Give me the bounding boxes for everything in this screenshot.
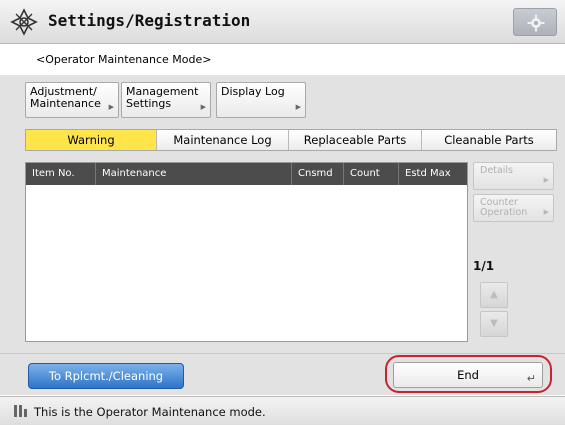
gear-icon <box>527 14 545 32</box>
column-item-no: Item No. <box>26 163 96 185</box>
page-title: Settings/Registration <box>48 11 251 30</box>
details-label: Details <box>480 165 513 176</box>
button-label-line2: Maintenance <box>30 97 101 110</box>
column-estd-max: Estd Max <box>405 168 451 179</box>
counter-label-line2: Operation <box>480 207 528 218</box>
up-arrow-icon: ▲ <box>490 289 498 300</box>
settings-wheel-icon <box>10 8 38 36</box>
tab-warning[interactable]: Warning <box>26 130 157 150</box>
management-settings-button[interactable]: Management Settings ▶ <box>121 82 211 118</box>
submenu-arrow-icon: ▶ <box>543 208 549 216</box>
column-maintenance: Maintenance <box>96 163 292 185</box>
scroll-up-button[interactable]: ▲ <box>480 282 508 308</box>
end-label: End <box>457 368 479 382</box>
details-button[interactable]: Details ▶ <box>473 162 554 190</box>
warning-table: Item No. Maintenance Cnsmd Count Estd Ma… <box>25 162 468 342</box>
status-message: This is the Operator Maintenance mode. <box>34 405 266 419</box>
display-log-button[interactable]: Display Log ▶ <box>216 82 306 118</box>
submenu-arrow-icon: ▶ <box>200 103 206 111</box>
submenu-arrow-icon: ▶ <box>108 103 114 111</box>
settings-button[interactable] <box>513 8 557 36</box>
button-label-line1: Display Log <box>221 85 285 98</box>
title-bar: Settings/Registration <box>0 0 565 44</box>
tab-cleanable-parts[interactable]: Cleanable Parts <box>422 130 556 150</box>
down-arrow-icon: ▼ <box>490 318 498 329</box>
tab-replaceable-parts[interactable]: Replaceable Parts <box>289 130 422 150</box>
submenu-arrow-icon: ▶ <box>295 103 301 111</box>
button-label-line2: Settings <box>126 97 172 110</box>
page-indicator: 1/1 <box>473 259 495 273</box>
counter-operation-button[interactable]: Counter Operation ▶ <box>473 194 554 222</box>
submenu-arrow-icon: ▶ <box>543 176 549 184</box>
enter-key-icon: ↵ <box>526 372 536 385</box>
tab-bar: Warning Maintenance Log Replaceable Part… <box>25 129 557 151</box>
column-cnsmd: Cnsmd <box>292 163 344 185</box>
table-header: Item No. Maintenance Cnsmd Count Estd Ma… <box>26 163 467 185</box>
column-count: Count <box>344 163 399 185</box>
status-bar: This is the Operator Maintenance mode. <box>0 396 565 425</box>
tab-maintenance-log[interactable]: Maintenance Log <box>157 130 289 150</box>
mode-label: <Operator Maintenance Mode> <box>36 53 212 66</box>
scroll-down-button[interactable]: ▼ <box>480 311 508 337</box>
to-replacement-cleaning-button[interactable]: To Rplcmt./Cleaning <box>28 363 184 389</box>
end-button[interactable]: End ↵ <box>393 362 543 388</box>
adjustment-maintenance-button[interactable]: Adjustment/ Maintenance ▶ <box>25 82 119 118</box>
wrench-icon <box>14 405 27 417</box>
mode-indicator: <Operator Maintenance Mode> <box>0 45 565 75</box>
